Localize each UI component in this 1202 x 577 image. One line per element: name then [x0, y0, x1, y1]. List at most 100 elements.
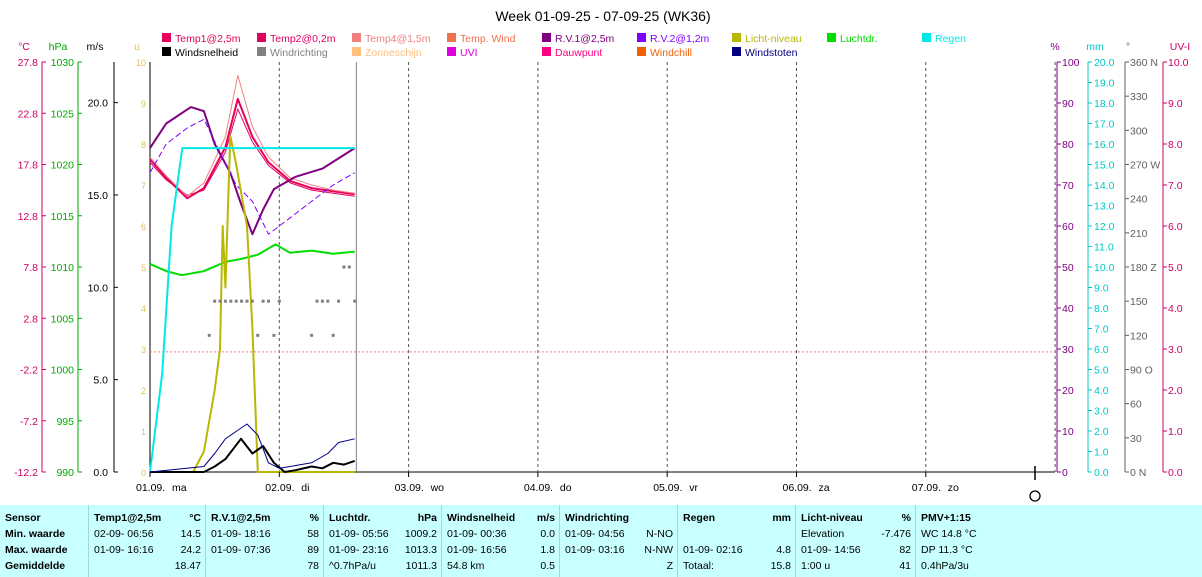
stats-time: WC 14.8 °C	[921, 528, 977, 540]
pct-axis-tick-label: 60	[1062, 221, 1074, 233]
stats-row: 01-09- 18:16 58	[206, 526, 324, 542]
stats-row: 01-09- 05:56 1009.2	[324, 526, 442, 542]
deg-axis-tick-label: 210	[1130, 228, 1148, 240]
stats-value: 78	[307, 560, 319, 572]
deg-axis-tick-label: 30	[1130, 433, 1142, 445]
mm-axis-tick-label: 12.0	[1094, 221, 1115, 233]
ms-axis-label: m/s	[87, 41, 104, 53]
stats-time: 01-09- 14:56	[801, 544, 861, 556]
wind-direction-point	[240, 299, 244, 303]
wind-direction-point	[234, 299, 238, 303]
stats-table: Sensor Min. waarde Max. waarde Gemiddelde Te…	[0, 505, 1202, 577]
x-tick-day: za	[819, 482, 830, 494]
weather-chart: Week 01-09-25 - 07-09-25 (WK36) Temp1@2,…	[14, 8, 1190, 502]
stats-time: ^0.7hPa/u	[329, 560, 376, 572]
deg-axis-tick-label: 180 Z	[1130, 262, 1157, 274]
stats-time: 54.8 km	[447, 560, 485, 572]
stats-value: N-NO	[646, 528, 673, 540]
legend-label: Luchtdr.	[840, 33, 877, 45]
stats-row: ^0.7hPa/u 1011.3	[324, 558, 442, 574]
stats-column: PMV+1:15 WC 14.8 °C DP 11.3 °C 0.4hPa/3u	[915, 505, 1202, 577]
stats-row: 01-09- 07:36 89	[206, 542, 324, 558]
celsius-axis-tick-label: 7.8	[23, 262, 38, 274]
stats-value: 41	[899, 560, 911, 572]
stats-header: Temp1@2,5m	[94, 512, 162, 524]
stats-unit: °C	[189, 512, 201, 524]
x-tick-day: wo	[430, 482, 445, 494]
stats-row: Gemiddelde	[0, 558, 88, 574]
stats-column: Temp1@2,5m °C 02-09- 06:56 14.5 01-09- 16:16…	[88, 505, 206, 577]
hpa-axis-tick-label: 1030	[51, 57, 75, 69]
deg-axis-label: °	[1126, 41, 1130, 53]
stats-row: 01-09- 02:16 4.8	[678, 542, 796, 558]
celsius-axis-tick-label: 27.8	[18, 57, 39, 69]
u-axis-tick-label: 7	[141, 181, 146, 191]
hpa-axis-tick-label: 990	[56, 467, 74, 479]
mm-axis-tick-label: 5.0	[1094, 365, 1109, 377]
legend-swatch	[732, 47, 741, 56]
celsius-axis-tick-label: 2.8	[23, 313, 38, 325]
u-axis-tick-label: 2	[141, 386, 146, 396]
legend-swatch	[922, 33, 931, 42]
stats-row: WC 14.8 °C	[916, 526, 1202, 542]
stats-value: Z	[666, 560, 673, 572]
legend-swatch	[732, 33, 741, 42]
hpa-axis-tick-label: 1015	[51, 211, 75, 223]
u-axis-label: u	[134, 41, 140, 53]
stats-header: PMV+1:15	[921, 512, 971, 524]
u-axis-tick-label: 4	[141, 304, 146, 314]
mm-axis-tick-label: 15.0	[1094, 160, 1115, 172]
pct-axis-tick-label: 40	[1062, 303, 1074, 315]
stats-time: 1:00 u	[801, 560, 831, 572]
wind-direction-point	[326, 299, 330, 303]
celsius-axis-label: °C	[18, 41, 30, 53]
stats-row: 01-09- 04:56 N-NO	[560, 526, 678, 542]
celsius-axis-tick-label: -7.2	[20, 416, 38, 428]
deg-axis-tick-label: 300	[1130, 125, 1148, 137]
wind-direction-point	[342, 265, 346, 269]
mm-axis-tick-label: 10.0	[1094, 262, 1115, 274]
stats-row: PMV+1:15	[916, 510, 1202, 526]
legend-swatch	[162, 47, 171, 56]
mm-axis-tick-label: 7.0	[1094, 324, 1109, 336]
stats-time: 01-09- 03:16	[565, 544, 625, 556]
legend-swatch	[352, 47, 361, 56]
ms-axis-tick-label: 5.0	[93, 375, 108, 387]
stats-header: R.V.1@2,5m	[211, 512, 271, 524]
uvi-axis-tick-label: 0.0	[1168, 467, 1183, 479]
stats-value: -7.476	[881, 528, 911, 540]
uvi-axis-tick-label: 4.0	[1168, 303, 1183, 315]
x-tick-date: 04.09.	[524, 482, 553, 494]
legend-label: Windchill	[650, 47, 692, 59]
wind-direction-point	[331, 333, 335, 337]
stats-row: DP 11.3 °C	[916, 542, 1202, 558]
deg-axis-tick-label: 90 O	[1130, 365, 1153, 377]
stats-value: 0.0	[540, 528, 555, 540]
uvi-axis-tick-label: 6.0	[1168, 221, 1183, 233]
legend-label: Windsnelheid	[175, 47, 238, 59]
mm-axis-tick-label: 20.0	[1094, 57, 1115, 69]
clock-icon	[1029, 490, 1041, 502]
mm-axis-tick-label: 3.0	[1094, 406, 1109, 418]
stats-value: 82	[899, 544, 911, 556]
celsius-axis-tick-label: 22.8	[18, 108, 39, 120]
deg-axis-tick-label: 330	[1130, 91, 1148, 103]
windrichting-series	[207, 265, 357, 337]
wind-direction-point	[337, 299, 341, 303]
stats-time: 01-09- 02:16	[683, 544, 743, 556]
stats-row	[678, 526, 796, 542]
deg-axis-tick-label: 360 N	[1130, 57, 1158, 69]
wind-direction-point	[218, 299, 222, 303]
chart-title: Week 01-09-25 - 07-09-25 (WK36)	[495, 8, 710, 24]
uvi-axis-tick-label: 10.0	[1168, 57, 1189, 69]
hpa-axis-tick-label: 1010	[51, 262, 75, 274]
u-axis-tick-label: 10	[136, 58, 146, 68]
stats-header: Licht-niveau	[801, 512, 863, 524]
legend-swatch	[447, 33, 456, 42]
stats-row: 01-09- 14:56 82	[796, 542, 916, 558]
stats-column: Regen mm 01-09- 02:16 4.8 Totaal: 15.8	[677, 505, 796, 577]
x-tick-day: vr	[689, 482, 698, 494]
stats-value: 15.8	[770, 560, 791, 572]
legend-swatch	[827, 33, 836, 42]
stats-row: Luchtdr. hPa	[324, 510, 442, 526]
